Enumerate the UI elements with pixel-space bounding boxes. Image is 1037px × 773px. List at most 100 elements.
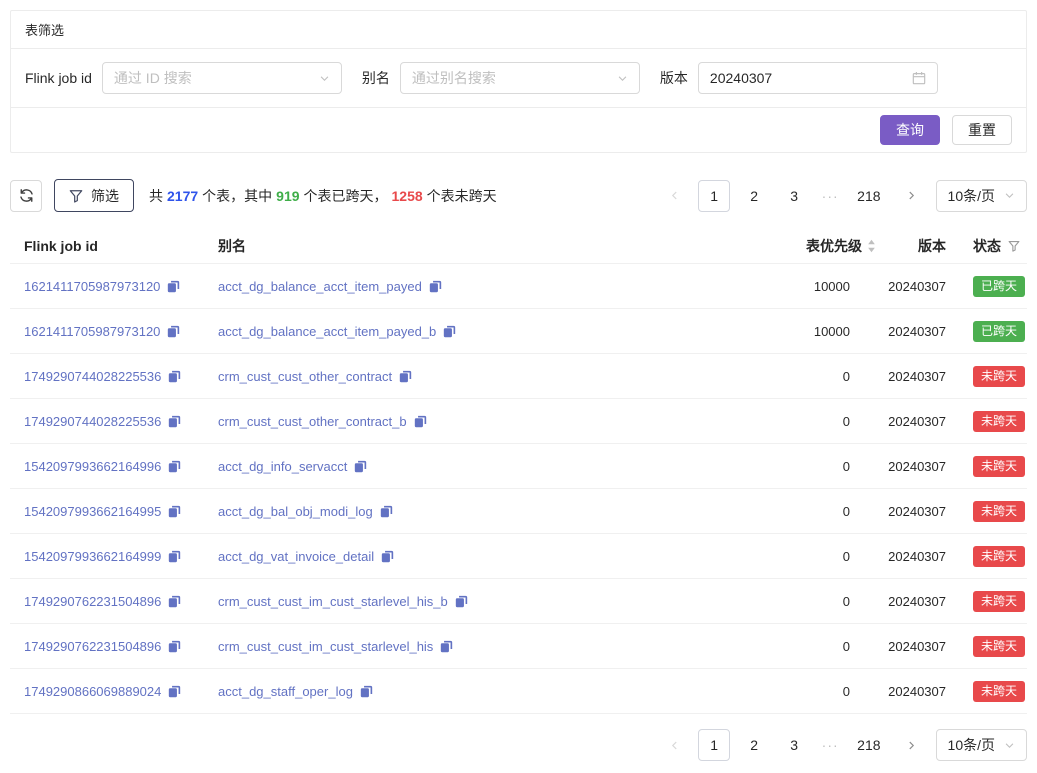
stats-crossed-count: 919 [276,188,299,204]
filter-toggle-button[interactable]: 筛选 [54,179,134,212]
job-id-link[interactable]: 1749290762231504896 [24,594,161,609]
refresh-icon [19,188,34,203]
header-priority[interactable]: 表优先级 [736,236,876,256]
copy-icon[interactable] [168,550,181,563]
prev-page-button[interactable] [658,729,690,761]
page-size-select[interactable]: 10条/页 [936,180,1027,212]
priority-cell: 10000 [736,324,876,339]
copy-icon[interactable] [440,640,453,653]
job-id-link[interactable]: 1749290762231504896 [24,639,161,654]
prev-page-button[interactable] [658,180,690,212]
copy-icon[interactable] [168,505,181,518]
job-id-link[interactable]: 1621411705987973120 [24,279,160,294]
page-button-1[interactable]: 1 [698,180,730,212]
copy-icon[interactable] [380,505,393,518]
version-cell: 20240307 [876,684,946,699]
job-id-link[interactable]: 1542097993662164996 [24,459,161,474]
page-size-select[interactable]: 10条/页 [936,729,1027,761]
copy-icon[interactable] [167,325,180,338]
copy-icon[interactable] [360,685,373,698]
alias-select[interactable]: 通过别名搜索 [400,62,640,94]
copy-icon[interactable] [168,460,181,473]
version-cell: 20240307 [876,594,946,609]
alias-link[interactable]: acct_dg_info_servacct [218,459,347,474]
chevron-down-icon [617,73,628,84]
query-button[interactable]: 查询 [880,115,940,145]
flink-job-id-select[interactable]: 通过 ID 搜索 [102,62,342,94]
job-id-link[interactable]: 1749290866069889024 [24,684,161,699]
header-alias: 别名 [218,236,736,256]
copy-icon[interactable] [168,370,181,383]
status-badge: 未跨天 [973,681,1025,702]
sort-icon[interactable] [867,239,876,253]
table-row: 1749290744028225536 crm_cust_cust_other_… [10,354,1027,399]
alias-link[interactable]: acct_dg_balance_acct_item_payed [218,279,422,294]
stats-text: 共 [149,188,163,204]
alias-label: 别名 [362,68,390,88]
copy-icon[interactable] [443,325,456,338]
copy-icon[interactable] [429,280,442,293]
version-date-input[interactable] [710,70,890,86]
flink-job-id-label: Flink job id [25,70,92,86]
job-id-link[interactable]: 1749290744028225536 [24,369,161,384]
version-cell: 20240307 [876,279,946,294]
header-status-label: 状态 [973,236,1001,256]
reset-button[interactable]: 重置 [952,115,1012,145]
status-badge: 未跨天 [973,411,1025,432]
job-id-link[interactable]: 1621411705987973120 [24,324,160,339]
alias-link[interactable]: crm_cust_cust_im_cust_starlevel_his [218,639,433,654]
alias-link[interactable]: acct_dg_balance_acct_item_payed_b [218,324,436,339]
copy-icon[interactable] [455,595,468,608]
job-id-link[interactable]: 1749290744028225536 [24,414,161,429]
table-row: 1749290762231504896 crm_cust_cust_im_cus… [10,624,1027,669]
copy-icon[interactable] [354,460,367,473]
version-cell: 20240307 [876,549,946,564]
status-badge: 未跨天 [973,546,1025,567]
filter-funnel-icon [69,189,83,203]
priority-cell: 0 [736,459,876,474]
alias-link[interactable]: crm_cust_cust_other_contract [218,369,392,384]
stats-uncrossed-count: 1258 [392,188,423,204]
version-date-picker[interactable] [698,62,938,94]
alias-link[interactable]: crm_cust_cust_other_contract_b [218,414,407,429]
copy-icon[interactable] [399,370,412,383]
copy-icon[interactable] [414,415,427,428]
refresh-button[interactable] [10,180,42,212]
copy-icon[interactable] [381,550,394,563]
page-button-1[interactable]: 1 [698,729,730,761]
status-badge: 未跨天 [973,501,1025,522]
alias-link[interactable]: acct_dg_bal_obj_modi_log [218,504,373,519]
priority-cell: 0 [736,504,876,519]
status-badge: 未跨天 [973,591,1025,612]
alias-link[interactable]: acct_dg_vat_invoice_detail [218,549,374,564]
job-id-link[interactable]: 1542097993662164999 [24,549,161,564]
page-button-2[interactable]: 2 [738,729,770,761]
page-button-last[interactable]: 218 [850,729,887,761]
table-row: 1749290866069889024 acct_dg_staff_oper_l… [10,669,1027,714]
header-status: 状态 [946,236,1027,256]
next-page-button[interactable] [896,180,928,212]
page-jump-ellipsis[interactable]: ··· [818,188,842,204]
copy-icon[interactable] [168,685,181,698]
alias-link[interactable]: acct_dg_staff_oper_log [218,684,353,699]
copy-icon[interactable] [168,415,181,428]
page-button-2[interactable]: 2 [738,180,770,212]
stats-text: 个表已跨天， [304,188,388,204]
column-filter-icon[interactable] [1008,240,1020,252]
page-button-3[interactable]: 3 [778,729,810,761]
alias-link[interactable]: crm_cust_cust_im_cust_starlevel_his_b [218,594,448,609]
page-button-3[interactable]: 3 [778,180,810,212]
copy-icon[interactable] [168,595,181,608]
table-row: 1621411705987973120 acct_dg_balance_acct… [10,309,1027,354]
page-size-value: 10条/页 [948,186,995,206]
copy-icon[interactable] [167,280,180,293]
page-jump-ellipsis[interactable]: ··· [818,737,842,753]
job-id-link[interactable]: 1542097993662164995 [24,504,161,519]
copy-icon[interactable] [168,640,181,653]
next-page-button[interactable] [896,729,928,761]
status-badge: 未跨天 [973,456,1025,477]
pagination-top: 1 2 3 ··· 218 10条/页 [658,180,1027,212]
table-row: 1749290762231504896 crm_cust_cust_im_cus… [10,579,1027,624]
version-cell: 20240307 [876,414,946,429]
page-button-last[interactable]: 218 [850,180,887,212]
